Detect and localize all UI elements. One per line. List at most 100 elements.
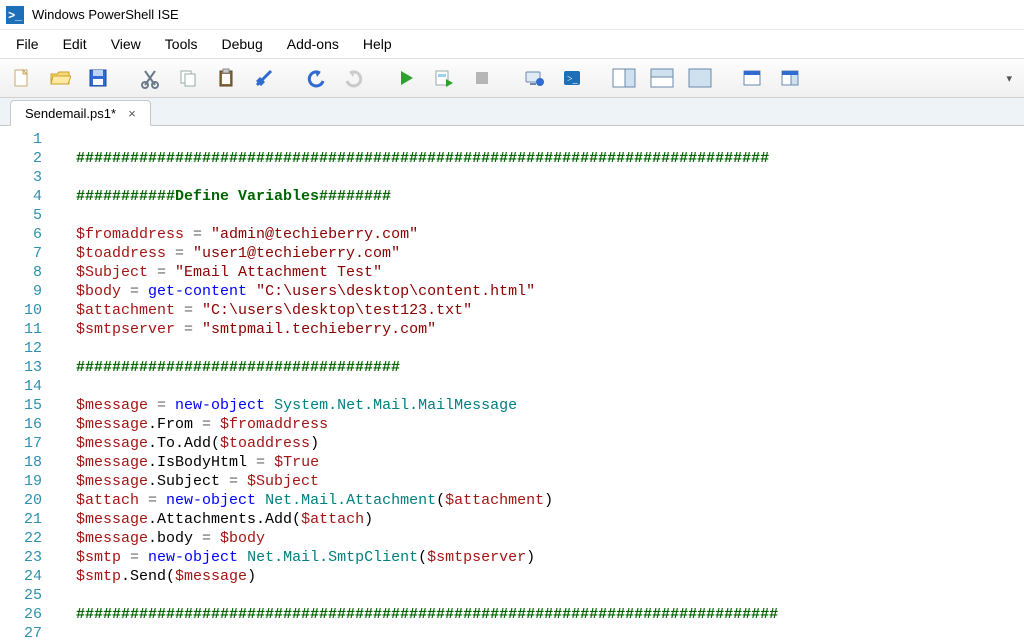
code-var: $fromaddress xyxy=(76,226,184,243)
svg-text:>_: >_ xyxy=(567,74,579,85)
cmd-window-icon xyxy=(741,67,763,89)
powershell-icon: >_ xyxy=(561,67,583,89)
toolbar-start-ps-button[interactable]: >_ xyxy=(554,61,590,95)
menu-addons[interactable]: Add-ons xyxy=(275,32,351,56)
code-var: $True xyxy=(274,454,319,471)
toolbar-run-selection-button[interactable] xyxy=(426,61,462,95)
code-type: System.Net.Mail.MailMessage xyxy=(274,397,517,414)
toolbar-pane-max-button[interactable] xyxy=(682,61,718,95)
code-string: "smtpmail.techieberry.com" xyxy=(202,321,436,338)
code-var: $smtpserver xyxy=(76,321,175,338)
clear-icon xyxy=(253,67,275,89)
code-var: $message xyxy=(76,397,148,414)
toolbar-clear-button[interactable] xyxy=(246,61,282,95)
code-var: $message xyxy=(76,511,148,528)
pane-top-icon xyxy=(650,68,674,88)
code-cmdlet: new-object xyxy=(148,549,238,566)
code-comment: ###########Define Variables######## xyxy=(76,188,391,205)
menu-edit[interactable]: Edit xyxy=(51,32,99,56)
pane-side-icon xyxy=(612,68,636,88)
app-icon: >_ xyxy=(6,6,24,24)
menu-debug[interactable]: Debug xyxy=(209,32,274,56)
code-var: $smtp xyxy=(76,568,121,585)
code-cmdlet: new-object xyxy=(175,397,265,414)
code-var: $fromaddress xyxy=(220,416,328,433)
toolbar-run-button[interactable] xyxy=(388,61,424,95)
code-var: $attachment xyxy=(76,302,175,319)
toolbar-redo-button[interactable] xyxy=(336,61,372,95)
code-var: $message xyxy=(76,435,148,452)
code-var: $message xyxy=(76,416,148,433)
code-type: Net.Mail.SmtpClient xyxy=(247,549,418,566)
toolbar-show-cmd-addon-button[interactable] xyxy=(772,61,808,95)
code-var: $smtp xyxy=(76,549,121,566)
pane-max-icon xyxy=(688,68,712,88)
code-var: $message xyxy=(76,454,148,471)
toolbar: >_ ▾ xyxy=(0,58,1024,98)
run-selection-icon xyxy=(433,67,455,89)
toolbar-show-cmd-button[interactable] xyxy=(734,61,770,95)
code-var: $Subject xyxy=(76,264,148,281)
code-var: $attach xyxy=(76,492,139,509)
code-string: "Email Attachment Test" xyxy=(175,264,382,281)
toolbar-pane-side-button[interactable] xyxy=(606,61,642,95)
remote-icon xyxy=(523,67,545,89)
code-var: $smtpserver xyxy=(427,549,526,566)
code-var: $toaddress xyxy=(220,435,310,452)
tab-close-button[interactable]: × xyxy=(124,105,140,121)
toolbar-pane-top-button[interactable] xyxy=(644,61,680,95)
cmd-addon-icon xyxy=(779,67,801,89)
code-cmdlet: new-object xyxy=(166,492,256,509)
toolbar-new-button[interactable] xyxy=(4,61,40,95)
code-var: $body xyxy=(76,283,121,300)
menu-view[interactable]: View xyxy=(99,32,153,56)
code-comment: ########################################… xyxy=(76,606,778,623)
code-string: "C:\users\desktop\content.html" xyxy=(256,283,535,300)
open-folder-icon xyxy=(49,67,71,89)
toolbar-copy-button[interactable] xyxy=(170,61,206,95)
toolbar-cut-button[interactable] xyxy=(132,61,168,95)
menu-help[interactable]: Help xyxy=(351,32,404,56)
window-title: Windows PowerShell ISE xyxy=(32,7,179,22)
toolbar-stop-button[interactable] xyxy=(464,61,500,95)
menu-bar: File Edit View Tools Debug Add-ons Help xyxy=(0,30,1024,58)
code-comment: #################################### xyxy=(76,359,400,376)
code-var: $body xyxy=(220,530,265,547)
toolbar-paste-button[interactable] xyxy=(208,61,244,95)
toolbar-open-button[interactable] xyxy=(42,61,78,95)
code-area[interactable]: #################################### ####… xyxy=(52,126,1024,644)
save-icon xyxy=(87,67,109,89)
code-var: $message xyxy=(175,568,247,585)
scissors-icon xyxy=(139,67,161,89)
tab-strip: Sendemail.ps1* × xyxy=(0,98,1024,126)
script-tab[interactable]: Sendemail.ps1* × xyxy=(10,100,151,126)
undo-icon xyxy=(305,67,327,89)
toolbar-remote-button[interactable] xyxy=(516,61,552,95)
clipboard-icon xyxy=(215,67,237,89)
play-icon xyxy=(395,67,417,89)
new-file-icon xyxy=(11,67,33,89)
code-string: "C:\users\desktop\test123.txt" xyxy=(202,302,472,319)
code-string: "admin@techieberry.com" xyxy=(211,226,418,243)
stop-icon xyxy=(471,67,493,89)
toolbar-undo-button[interactable] xyxy=(298,61,334,95)
code-string: "user1@techieberry.com" xyxy=(193,245,400,262)
toolbar-save-button[interactable] xyxy=(80,61,116,95)
menu-file[interactable]: File xyxy=(4,32,51,56)
title-bar: >_ Windows PowerShell ISE xyxy=(0,0,1024,30)
code-var: $message xyxy=(76,530,148,547)
code-var: $attach xyxy=(301,511,364,528)
code-var: $attachment xyxy=(445,492,544,509)
code-var: $Subject xyxy=(247,473,319,490)
code-type: Net.Mail.Attachment xyxy=(265,492,436,509)
code-cmdlet: get-content xyxy=(148,283,247,300)
code-var: $message xyxy=(76,473,148,490)
line-number-gutter: 1 2 3 4 5 6 7 8 9 10 11 12 13 14 15 16 1… xyxy=(0,126,52,644)
menu-tools[interactable]: Tools xyxy=(153,32,210,56)
code-var: $toaddress xyxy=(76,245,166,262)
toolbar-overflow-icon[interactable]: ▾ xyxy=(1006,72,1020,85)
script-editor[interactable]: 1 2 3 4 5 6 7 8 9 10 11 12 13 14 15 16 1… xyxy=(0,126,1024,644)
tab-label: Sendemail.ps1* xyxy=(25,106,116,121)
redo-icon xyxy=(343,67,365,89)
code-comment: ########################################… xyxy=(76,150,769,167)
